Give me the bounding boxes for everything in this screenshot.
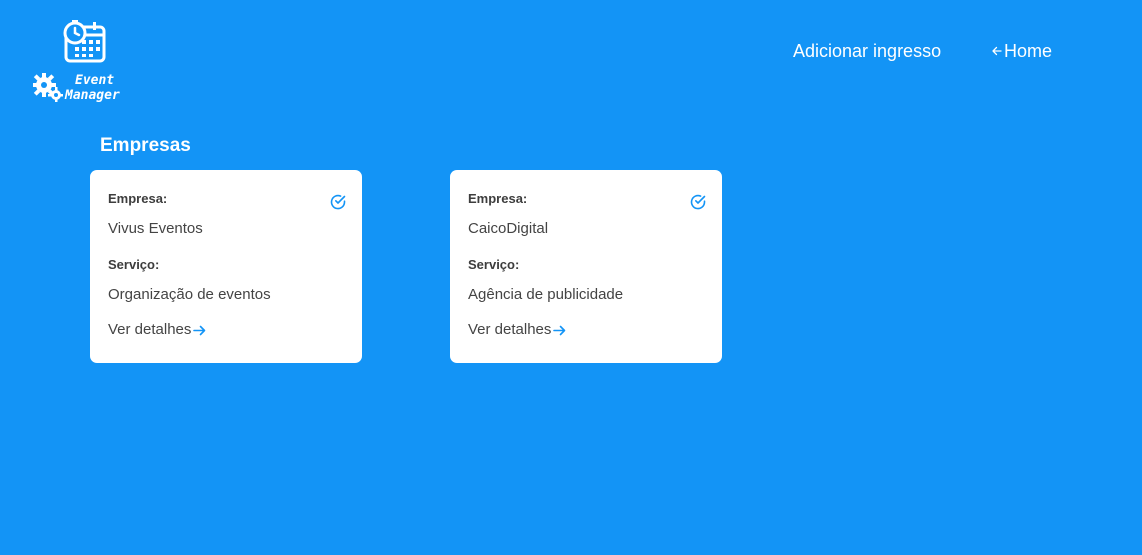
app-logo[interactable]: Event Manager <box>33 20 133 106</box>
logo-text-event: Event <box>75 73 115 88</box>
check-circle-icon <box>690 194 706 210</box>
arrow-right-icon <box>553 325 566 335</box>
nav-add-ticket-link[interactable]: Adicionar ingresso <box>793 40 941 62</box>
company-name: Vivus Eventos <box>108 220 203 237</box>
company-label: Empresa: <box>468 191 528 206</box>
nav-home-link[interactable]: Home <box>991 40 1052 62</box>
service-label: Serviço: <box>108 257 160 272</box>
company-name: CaicoDigital <box>468 220 549 237</box>
view-details-link[interactable]: Ver detalhes <box>108 321 207 339</box>
company-label: Empresa: <box>108 191 168 206</box>
view-details-link[interactable]: Ver detalhes <box>468 321 567 339</box>
nav-home-label: Home <box>1004 41 1053 61</box>
arrow-left-icon <box>992 46 1002 56</box>
calendar-clock-icon <box>63 20 106 63</box>
view-details-label: Ver detalhes <box>468 321 552 338</box>
logo-text-manager: Manager <box>65 88 120 103</box>
arrow-right-icon <box>193 325 206 335</box>
company-card: Empresa: CaicoDigital Serviço: Agência d… <box>450 170 722 363</box>
service-name: Organização de eventos <box>108 286 271 303</box>
service-label: Serviço: <box>468 257 520 272</box>
view-details-label: Ver detalhes <box>108 321 192 338</box>
section-title: Empresas <box>100 135 191 156</box>
gears-icon <box>33 73 63 102</box>
check-circle-icon <box>330 194 346 210</box>
company-card: Empresa: Vivus Eventos Serviço: Organiza… <box>90 170 362 363</box>
service-name: Agência de publicidade <box>468 286 624 303</box>
